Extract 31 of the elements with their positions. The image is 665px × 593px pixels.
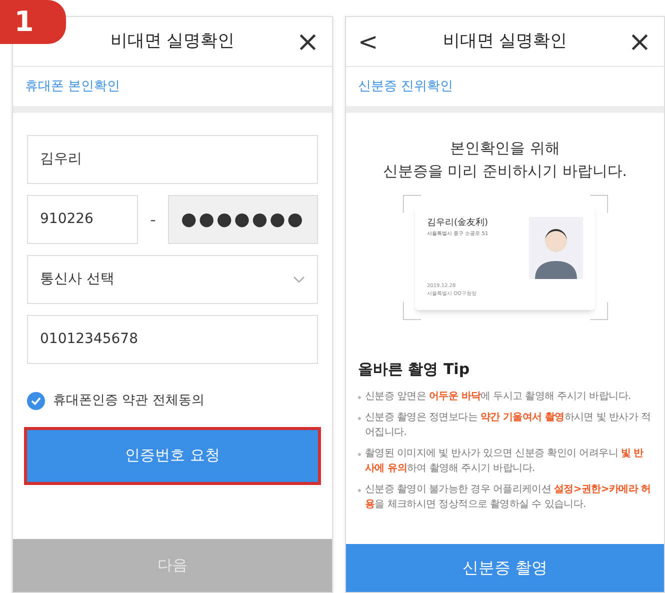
- bullet-icon: [358, 452, 361, 456]
- birth-date-field[interactable]: 910226: [27, 195, 138, 244]
- chevron-down-icon: [293, 276, 305, 284]
- section-label: 휴대폰 본인확인: [25, 78, 120, 96]
- intro-text: 본인확인을 위해: [450, 138, 560, 159]
- separator: -: [149, 208, 157, 230]
- section-label: 신분증 진위확인: [358, 78, 454, 96]
- tip-text: 신분증 촬영은 정면보다는 약간 기울여서 촬영하시면 빛 반사가 적어집니다.: [365, 410, 652, 440]
- bullet-icon: [358, 488, 361, 492]
- screen-title: 비대면 실명확인: [109, 30, 236, 53]
- phone-field[interactable]: 01012345678: [27, 315, 318, 364]
- tip-text: 신분증 앞면은 어두운 바닥에 두시고 촬영해 주시기 바랍니다.: [365, 390, 631, 404]
- check-icon: [31, 396, 41, 405]
- screen-title: 비대면 실명확인: [442, 30, 568, 53]
- checkbox[interactable]: [27, 392, 45, 410]
- card-name: 김우리(金友利): [427, 217, 488, 230]
- close-button[interactable]: ×: [628, 28, 652, 56]
- carrier-select[interactable]: 통신사 선택: [27, 255, 318, 304]
- tip-text: 신분증 촬영이 불가능한 경우 어플리케이션 설정>권한>카메라 허용을 체크하시면 정상적으로 촬영하실 수 있습니다.: [365, 482, 652, 512]
- close-button[interactable]: ×: [296, 28, 320, 56]
- agree-label: 휴대폰인증 약관 전체동의: [53, 392, 204, 410]
- tip-text: 촬영된 이미지에 빛 반사가 있으면 신분증 확인이 어려우니 빛 반사에 유의하여 촬영해 주시기 바랍니다.: [365, 446, 644, 476]
- intro-text: 신분증을 미리 준비하시기 바랍니다.: [382, 161, 628, 182]
- name-field[interactable]: 김우리: [27, 135, 318, 184]
- tips-title: 올바른 촬영 Tip: [358, 359, 471, 380]
- bullet-icon: [358, 396, 361, 398]
- id-number-field[interactable]: ●●●●●●●: [168, 195, 318, 244]
- person-silhouette-icon: [529, 217, 583, 279]
- step-badge: 1: [0, 0, 66, 44]
- bullet-icon: [358, 416, 361, 420]
- back-button[interactable]: <: [358, 24, 382, 60]
